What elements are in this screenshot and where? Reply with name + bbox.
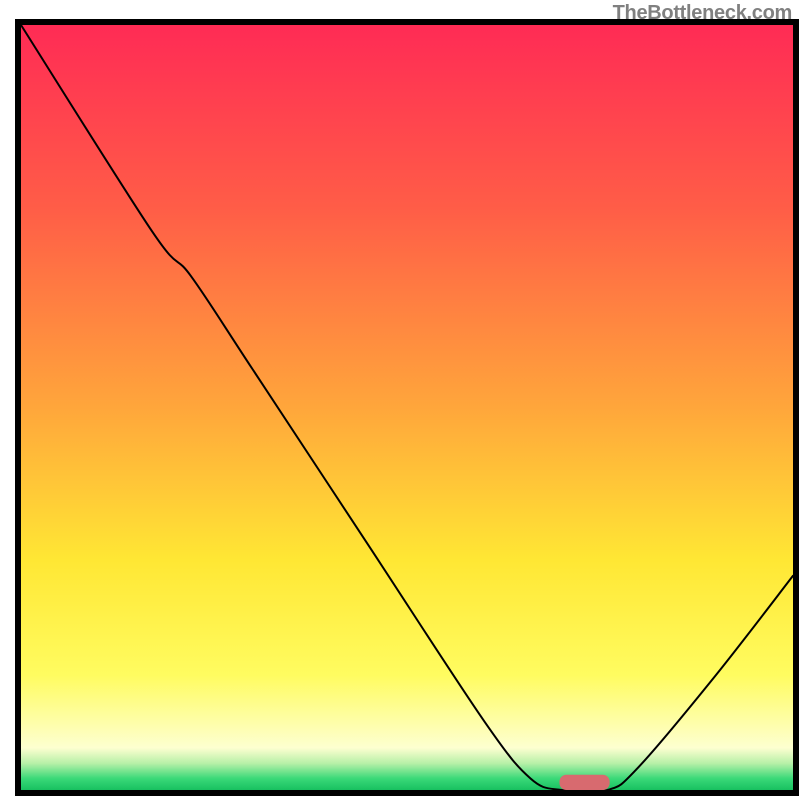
sweet-spot-marker	[559, 775, 609, 790]
plot-background	[21, 25, 793, 790]
bottleneck-chart	[0, 0, 800, 800]
plot-area	[18, 22, 796, 793]
chart-frame: TheBottleneck.com	[0, 0, 800, 800]
watermark-text: TheBottleneck.com	[613, 2, 792, 25]
